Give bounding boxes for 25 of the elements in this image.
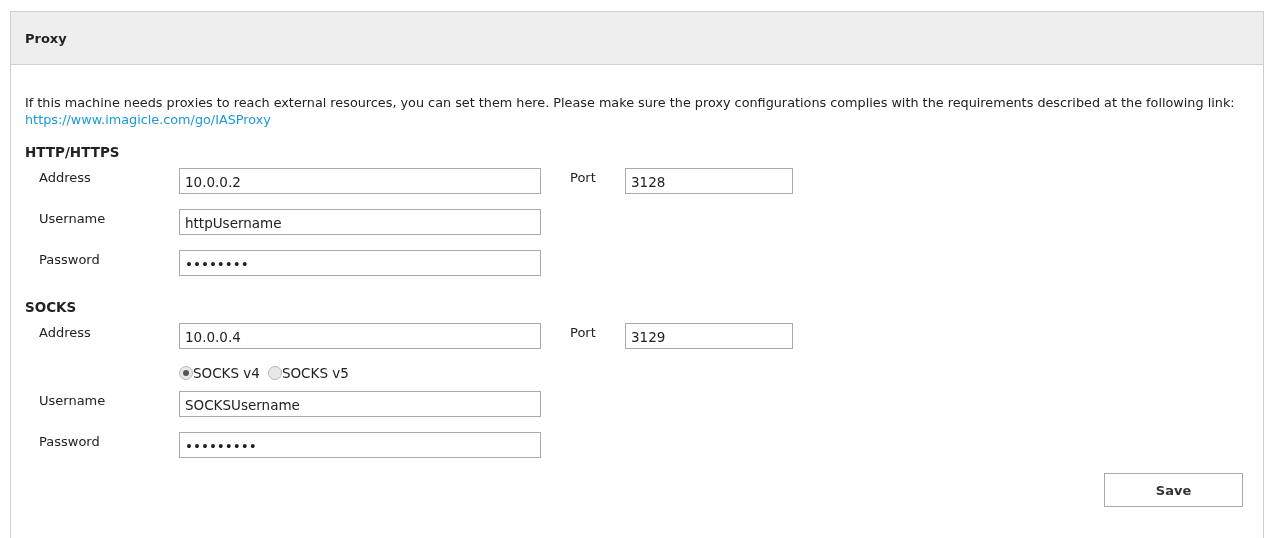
port-field[interactable]: 3129 (625, 323, 793, 349)
text-field[interactable]: httpUsername (179, 209, 541, 235)
radio-icon[interactable] (267, 365, 282, 380)
field-label: Address (39, 169, 92, 185)
text-field[interactable]: 10.0.0.4 (179, 323, 541, 349)
radio-option[interactable]: SOCKS v4 (179, 364, 260, 381)
radio-option[interactable]: SOCKS v5 (267, 364, 349, 381)
field-label: Port (570, 169, 597, 185)
section-title: HTTP/HTTPS (25, 144, 121, 160)
text-field[interactable]: 10.0.0.2 (179, 168, 541, 194)
radio-icon[interactable] (179, 365, 193, 380)
port-field[interactable]: 3128 (625, 168, 793, 194)
field-label: Port (570, 324, 597, 340)
text-field[interactable]: ••••••••• (179, 432, 541, 458)
intro-paragraph: If this machine needs proxies to reach external resources, you can set them here. Please make sure the proxy configurations complies with the requirements described at the following link: https://www.imagicle.com/go/IASProxy (25, 94, 1236, 128)
text-field[interactable]: •••••••• (179, 250, 541, 276)
field-label: Password (39, 251, 101, 267)
save-button[interactable]: Save (1104, 473, 1243, 507)
panel-title: Proxy (25, 30, 67, 46)
field-label: Address (39, 324, 92, 340)
text-field[interactable]: SOCKSUsername (179, 391, 541, 417)
field-label: Username (39, 392, 107, 408)
section-title: SOCKS (25, 299, 78, 315)
field-label: Password (39, 433, 101, 449)
field-label: Username (39, 210, 107, 226)
